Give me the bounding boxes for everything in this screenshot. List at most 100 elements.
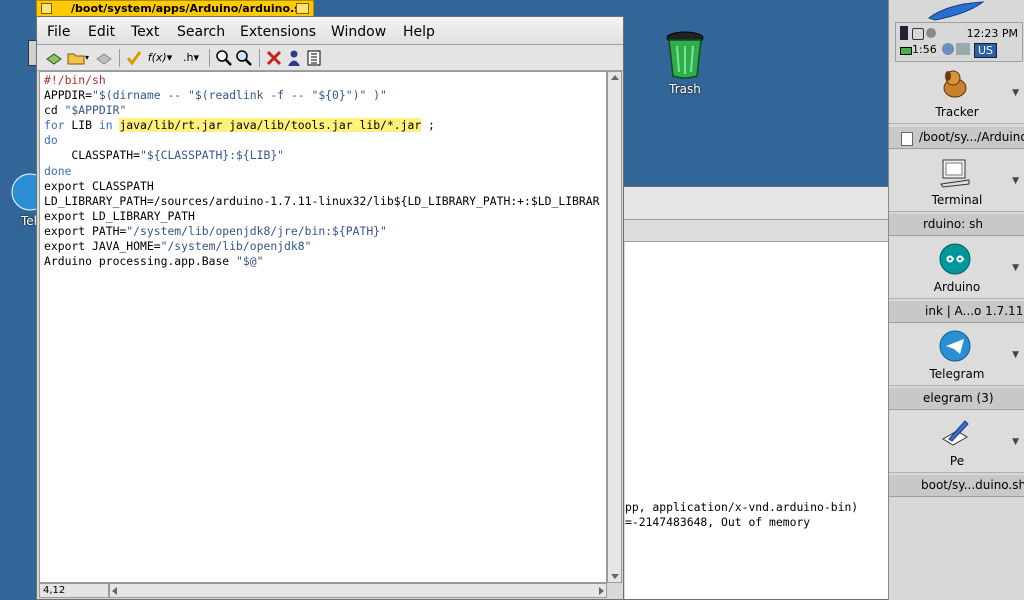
person-button[interactable]: [285, 49, 303, 67]
screenshot-icon[interactable]: [926, 28, 936, 38]
telegram-desktop-icon[interactable]: Tel: [6, 172, 38, 228]
battery-icon[interactable]: [900, 47, 912, 55]
menu-help[interactable]: Help: [403, 24, 435, 40]
person-icon: [288, 50, 300, 66]
deskbar-app-pe[interactable]: ▼ Pe: [889, 411, 1024, 473]
code-line: cd "$APPDIR": [44, 103, 127, 118]
cross-tools-icon: [266, 50, 282, 66]
trash-label: Trash: [669, 82, 701, 96]
check-button[interactable]: [125, 49, 143, 67]
toolbar-separator: [119, 49, 120, 67]
menu-bar: File Edit Text Search Extensions Window …: [37, 17, 623, 45]
deskbar-app-label: Tracker: [935, 105, 979, 119]
window-title: rduino: sh: [923, 217, 983, 231]
find-button[interactable]: [215, 49, 233, 67]
pe-editor-window[interactable]: File Edit Text Search Extensions Window …: [36, 16, 624, 600]
deskbar-window-item[interactable]: boot/sy...duino.sh: [889, 475, 1024, 497]
network-icon[interactable]: [912, 28, 924, 40]
menu-edit[interactable]: Edit: [88, 24, 115, 40]
zoom-window-button[interactable]: [296, 3, 309, 14]
terminal-window[interactable]: pp, application/x-vnd.arduino-bin) =-214…: [612, 186, 928, 600]
save-button[interactable]: [95, 49, 113, 67]
tray-icons[interactable]: [900, 26, 950, 40]
scroll-down-icon[interactable]: [611, 574, 619, 579]
incremental-search-button[interactable]: [265, 49, 283, 67]
pe-window-tab[interactable]: /boot/system/apps/Arduino/arduino.sh: [36, 0, 314, 16]
scroll-right-icon[interactable]: [599, 587, 604, 595]
code-line: do: [44, 133, 58, 148]
deskbar-app-label: Terminal: [931, 193, 983, 207]
terminal-line: pp, application/x-vnd.arduino-bin): [625, 500, 859, 514]
menu-extensions[interactable]: Extensions: [240, 24, 316, 40]
open-menu-chevron[interactable]: ▾: [83, 49, 91, 67]
cpu-icon[interactable]: [900, 26, 908, 40]
deskbar-app-arduino[interactable]: ▼ Arduino: [889, 237, 1024, 299]
expand-chevron-icon[interactable]: ▼: [1012, 88, 1019, 98]
pe-editor-icon: [942, 420, 969, 446]
header-popup-button[interactable]: .h▾: [179, 49, 203, 67]
folder-window-icon: [901, 132, 913, 146]
arduino-icon: [939, 243, 971, 275]
terminal-tab-strip[interactable]: [613, 220, 927, 242]
code-line: export CLASSPATH: [44, 178, 154, 193]
function-popup-button[interactable]: f(x)▾: [145, 49, 175, 67]
split-window-button[interactable]: [305, 49, 323, 67]
deskbar-window-item[interactable]: /boot/sy.../Arduino: [889, 127, 1024, 149]
mail-icon[interactable]: [956, 43, 970, 55]
magnifier-next-icon: [236, 50, 252, 66]
terminal-title-strip[interactable]: [613, 187, 927, 220]
grid-icon: [307, 50, 321, 66]
deskbar-window-item[interactable]: ink | A...o 1.7.11: [889, 301, 1024, 323]
magnifier-icon: [216, 50, 232, 66]
deskbar-app-label: Arduino: [933, 280, 981, 294]
editor-horizontal-scrollbar[interactable]: [109, 583, 607, 598]
system-tray: 12:23 PM 1:56 US: [895, 22, 1023, 62]
checkmark-icon: [126, 51, 142, 66]
new-document-button[interactable]: [45, 49, 63, 67]
deskbar-menu-button[interactable]: [889, 0, 1024, 22]
scroll-up-icon[interactable]: [611, 75, 619, 80]
window-title: /boot/sy.../Arduino: [919, 130, 1024, 144]
menu-file[interactable]: File: [47, 24, 70, 40]
expand-chevron-icon[interactable]: ▼: [1012, 176, 1019, 186]
function-label: f(x): [147, 51, 167, 64]
deskbar-app-terminal[interactable]: ▼ Terminal: [889, 150, 1024, 212]
clock[interactable]: 12:23 PM: [967, 27, 1018, 40]
deskbar: 12:23 PM 1:56 US ▼ Tracker /boot/sy.../A…: [888, 0, 1024, 600]
menu-text[interactable]: Text: [131, 24, 159, 40]
toolbar-separator: [259, 49, 260, 67]
toolbar: ▾ f(x)▾ .h▾: [37, 45, 623, 71]
update-icon[interactable]: [942, 43, 954, 55]
expand-chevron-icon[interactable]: ▼: [1012, 350, 1019, 360]
header-label: .h: [183, 51, 194, 64]
terminal-output[interactable]: pp, application/x-vnd.arduino-bin) =-214…: [625, 242, 909, 599]
code-line: export LD_LIBRARY_PATH: [44, 208, 195, 223]
deskbar-app-telegram[interactable]: ▼ Telegram: [889, 324, 1024, 386]
expand-chevron-icon[interactable]: ▼: [1012, 263, 1019, 273]
deskbar-window-item[interactable]: rduino: sh: [889, 214, 1024, 236]
window-title: ink | A...o 1.7.11: [925, 304, 1024, 318]
haiku-leaf-icon: [927, 1, 985, 21]
terminal-icon: [940, 159, 970, 188]
deskbar-app-label: Pe: [949, 454, 965, 468]
editor-vertical-scrollbar[interactable]: [607, 71, 622, 583]
scroll-left-icon[interactable]: [112, 587, 117, 595]
deskbar-app-label: Telegram: [929, 367, 985, 381]
close-window-button[interactable]: [41, 3, 52, 14]
code-line: export PATH="/system/lib/openjdk8/jre/bi…: [44, 223, 387, 238]
menu-window[interactable]: Window: [331, 24, 386, 40]
menu-search[interactable]: Search: [177, 24, 225, 40]
find-next-button[interactable]: [235, 49, 253, 67]
deskbar-app-tracker[interactable]: ▼ Tracker: [889, 62, 1024, 124]
trash-desktop-icon[interactable]: Trash: [655, 30, 715, 96]
code-line: CLASSPATH="${CLASSPATH}:${LIB}": [44, 148, 285, 163]
telegram-app-icon: [939, 330, 971, 362]
trash-icon: [666, 31, 704, 79]
deskbar-window-item[interactable]: elegram (3): [889, 388, 1024, 410]
code-line: APPDIR="$(dirname -- "$(readlink -f -- "…: [44, 88, 387, 103]
code-line: LD_LIBRARY_PATH=/sources/arduino-1.7.11-…: [44, 193, 600, 208]
expand-chevron-icon[interactable]: ▼: [1012, 437, 1019, 447]
code-editor[interactable]: #!/bin/sh APPDIR="$(dirname -- "$(readlin…: [39, 71, 607, 583]
keymap-badge[interactable]: US: [974, 43, 998, 58]
code-line: done: [44, 163, 72, 178]
